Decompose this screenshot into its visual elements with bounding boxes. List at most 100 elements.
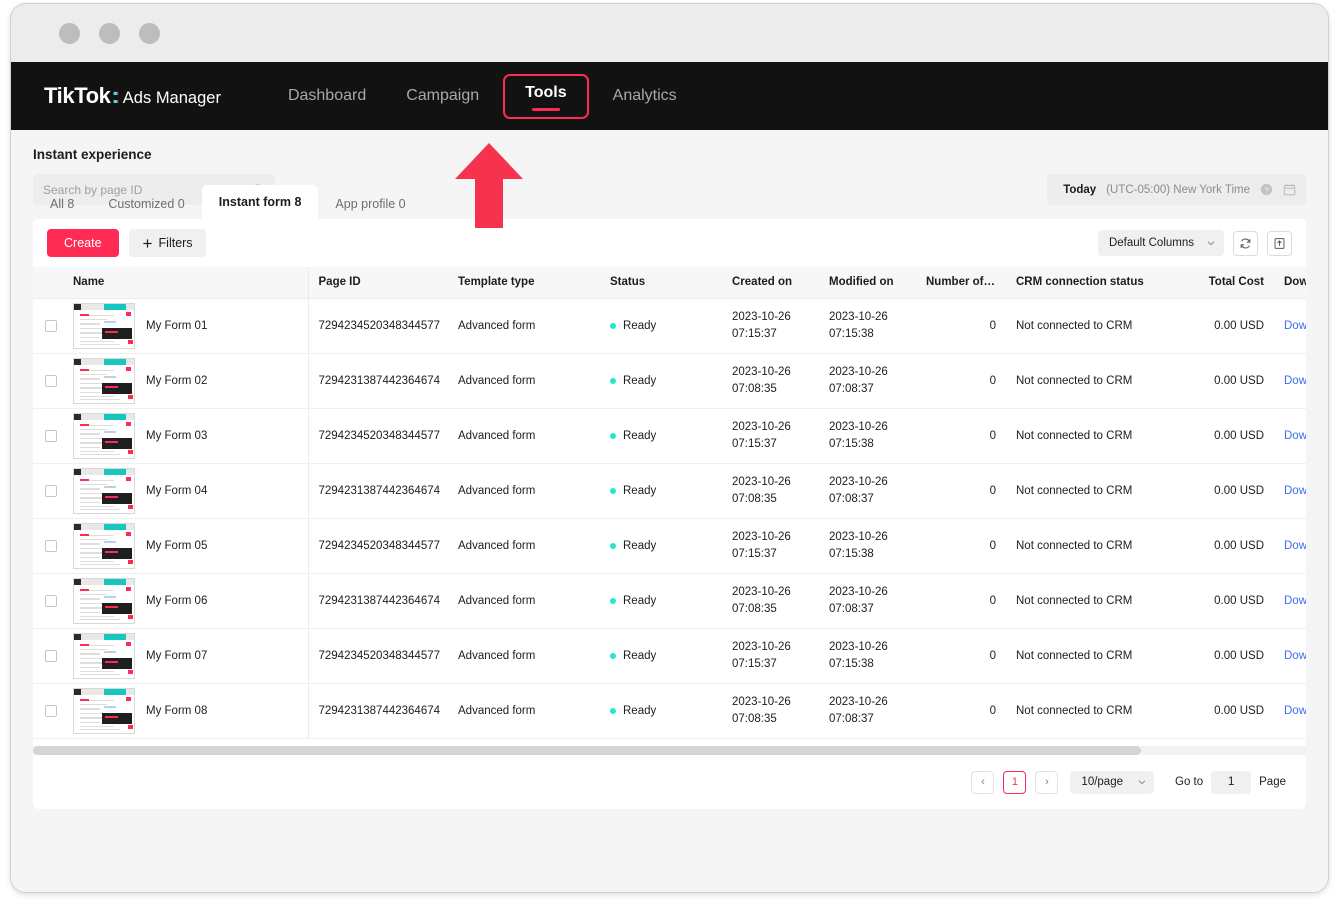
tab-customized[interactable]: Customized 0 (91, 189, 201, 219)
refresh-button[interactable] (1233, 230, 1258, 256)
row-checkbox[interactable] (45, 539, 57, 552)
header-number-related[interactable]: Number of rel... (916, 267, 1006, 299)
table-row[interactable]: My Form 02 7294231387442364674 Advanced fo… (33, 353, 1306, 409)
window-maximize-dot[interactable] (139, 23, 160, 44)
status-label: Ready (623, 319, 657, 332)
row-checkbox[interactable] (45, 319, 57, 332)
cell-template-type: Advanced form (448, 463, 600, 519)
pagination-next-button[interactable]: › (1035, 770, 1059, 794)
header-status[interactable]: Status (600, 267, 722, 299)
download-lead-data-link[interactable]: Download Lead Dat (1284, 320, 1306, 332)
page-content: Instant experience Today (UTC-05:00) New… (11, 130, 1328, 892)
columns-select[interactable]: Default Columns (1097, 230, 1224, 256)
tab-app-profile[interactable]: App profile 0 (318, 189, 422, 219)
cell-status: Ready (600, 628, 722, 684)
page-size-select[interactable]: 10/page (1070, 770, 1154, 794)
thumbnail-logo (74, 688, 81, 695)
status-dot-icon (610, 432, 616, 439)
goto-page-input[interactable] (1211, 770, 1252, 794)
cell-name: My Form 01 (63, 298, 309, 354)
table-row[interactable]: My Form 06 7294231387442364674 Advanced fo… (33, 573, 1306, 629)
thumbnail-accent (104, 633, 126, 640)
pagination-page-1[interactable]: 1 (1003, 770, 1027, 794)
window-minimize-dot[interactable] (99, 23, 120, 44)
table-row[interactable]: My Form 05 7294234520348344577 Advanced fo… (33, 518, 1306, 574)
table-row[interactable]: My Form 04 7294231387442364674 Advanced fo… (33, 463, 1306, 519)
thumbnail-accent (104, 468, 126, 475)
horizontal-scrollbar-thumb[interactable] (33, 746, 1141, 755)
svg-text:?: ? (1264, 185, 1268, 194)
cell-template-type: Advanced form (448, 628, 600, 684)
nav-item-campaign[interactable]: Campaign (386, 75, 499, 117)
cell-total-cost: 0.00 USD (1181, 683, 1274, 739)
form-thumbnail (73, 687, 135, 734)
cell-modified-on: 2023-10-26 07:08:37 (819, 463, 916, 519)
form-name-label: My Form 05 (146, 539, 208, 552)
header-crm-status[interactable]: CRM connection status (1006, 267, 1181, 299)
help-icon[interactable]: ? (1260, 183, 1273, 196)
cell-name: My Form 05 (63, 518, 309, 574)
horizontal-scrollbar[interactable] (33, 746, 1306, 755)
filters-button[interactable]: Filters (128, 229, 206, 257)
row-checkbox[interactable] (45, 704, 57, 717)
download-lead-data-link[interactable]: Download Lead Dat (1284, 540, 1306, 552)
row-checkbox[interactable] (45, 374, 57, 387)
calendar-icon[interactable] (1283, 183, 1296, 196)
row-checkbox[interactable] (45, 484, 57, 497)
download-lead-data-link[interactable]: Download Lead Dat (1284, 595, 1306, 607)
header-name[interactable]: Name (63, 267, 309, 299)
form-thumbnail (73, 467, 135, 514)
nav-item-analytics[interactable]: Analytics (593, 75, 697, 117)
form-name-label: My Form 01 (146, 319, 208, 332)
browser-titlebar (11, 4, 1328, 62)
page-title: Instant experience (33, 147, 152, 162)
cell-download-leads: Download Lead Dat (1274, 408, 1306, 464)
form-thumbnail (73, 577, 135, 624)
header-created-on[interactable]: Created on (722, 267, 819, 299)
download-lead-data-link[interactable]: Download Lead Dat (1284, 485, 1306, 497)
header-total-cost[interactable]: Total Cost (1181, 267, 1274, 299)
nav-item-dashboard[interactable]: Dashboard (268, 75, 386, 117)
table-row[interactable]: My Form 07 7294234520348344577 Advanced fo… (33, 628, 1306, 684)
thumbnail-accent (104, 358, 126, 365)
cell-download-leads: Download Lead Dat (1274, 573, 1306, 629)
create-button[interactable]: Create (47, 229, 119, 257)
nav-item-tools[interactable]: Tools (517, 80, 574, 106)
row-checkbox[interactable] (45, 429, 57, 442)
cell-total-cost: 0.00 USD (1181, 353, 1274, 409)
content-card: All 8 Customized 0 Instant form 8 App pr… (33, 185, 1306, 809)
header-template-type[interactable]: Template type (448, 267, 600, 299)
form-thumbnail (73, 412, 135, 459)
table-row[interactable]: My Form 08 7294231387442364674 Advanced fo… (33, 683, 1306, 739)
cell-created-on: 2023-10-26 07:15:37 (722, 518, 819, 574)
table-row[interactable]: My Form 01 7294234520348344577 Advanced fo… (33, 298, 1306, 354)
row-checkbox-cell (33, 408, 63, 464)
tab-all[interactable]: All 8 (33, 189, 91, 219)
table-row[interactable]: My Form 03 7294234520348344577 Advanced fo… (33, 408, 1306, 464)
download-lead-data-link[interactable]: Download Lead Dat (1284, 375, 1306, 387)
row-checkbox-cell (33, 463, 63, 519)
row-checkbox[interactable] (45, 649, 57, 662)
brand-logo[interactable]: TikTok: Ads Manager (44, 83, 221, 109)
columns-select-label: Default Columns (1108, 237, 1194, 249)
date-range-picker[interactable]: Today (UTC-05:00) New York Time ? (1047, 174, 1306, 205)
header-modified-on[interactable]: Modified on (819, 267, 916, 299)
download-lead-data-link[interactable]: Download Lead Dat (1284, 430, 1306, 442)
row-checkbox[interactable] (45, 594, 57, 607)
pagination-prev-button[interactable]: ‹ (971, 770, 995, 794)
window-close-dot[interactable] (59, 23, 80, 44)
timezone-label: (UTC-05:00) New York Time (1106, 183, 1250, 196)
download-lead-data-link[interactable]: Download Lead Dat (1284, 705, 1306, 717)
header-page-id[interactable]: Page ID (308, 267, 448, 299)
cell-created-on: 2023-10-26 07:08:35 (722, 573, 819, 629)
tab-instant-form[interactable]: Instant form 8 (201, 185, 319, 219)
status-label: Ready (623, 649, 657, 662)
cell-number-related: 0 (916, 353, 1006, 409)
download-lead-data-link[interactable]: Download Lead Dat (1284, 650, 1306, 662)
thumbnail-logo (74, 468, 81, 475)
export-button[interactable] (1267, 230, 1292, 256)
cell-crm-status: Not connected to CRM (1006, 463, 1181, 519)
action-bar: Create Filters Default Columns (33, 219, 1306, 267)
header-download-leads[interactable]: Download Leac (1274, 267, 1306, 299)
cell-page-id: 7294234520348344577 (308, 628, 448, 684)
